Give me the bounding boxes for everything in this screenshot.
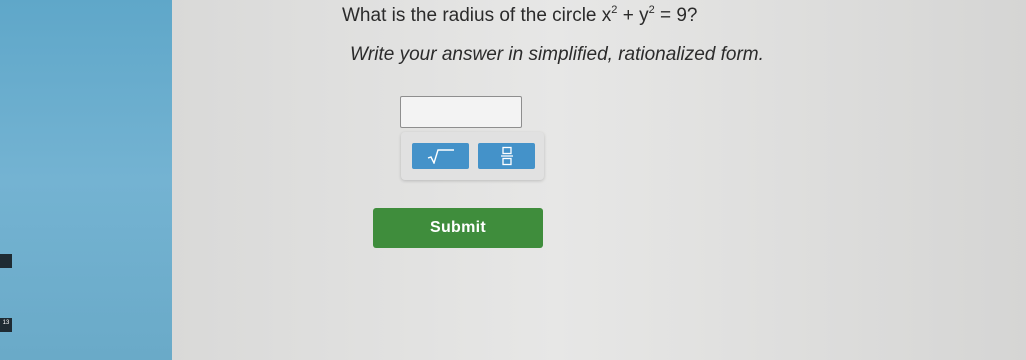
square-root-button[interactable] — [412, 143, 469, 169]
question-plus: + — [622, 5, 634, 26]
fraction-button[interactable] — [478, 143, 535, 169]
square-root-icon — [427, 149, 454, 164]
question-text: What is the radius of the circle x2 + y2… — [342, 4, 698, 27]
y-exponent: 2 — [648, 4, 655, 16]
math-toolbar — [401, 132, 544, 180]
instructions-text: Write your answer in simplified, rationa… — [350, 44, 764, 65]
x-exponent: 2 — [611, 4, 618, 16]
fraction-icon — [500, 146, 513, 166]
question-x: x — [601, 5, 612, 26]
sidebar-tab-bottom[interactable]: 13 — [0, 318, 12, 332]
answer-input[interactable] — [400, 96, 522, 128]
question-y: y — [639, 5, 649, 26]
question-panel: What is the radius of the circle x2 + y2… — [172, 0, 1026, 360]
question-prefix: What is the radius of the circle — [342, 5, 602, 26]
sidebar: 13 — [0, 0, 172, 360]
question-rhs: = 9? — [659, 5, 698, 26]
submit-button[interactable]: Submit — [373, 208, 543, 248]
sidebar-tab-top[interactable] — [0, 254, 12, 268]
